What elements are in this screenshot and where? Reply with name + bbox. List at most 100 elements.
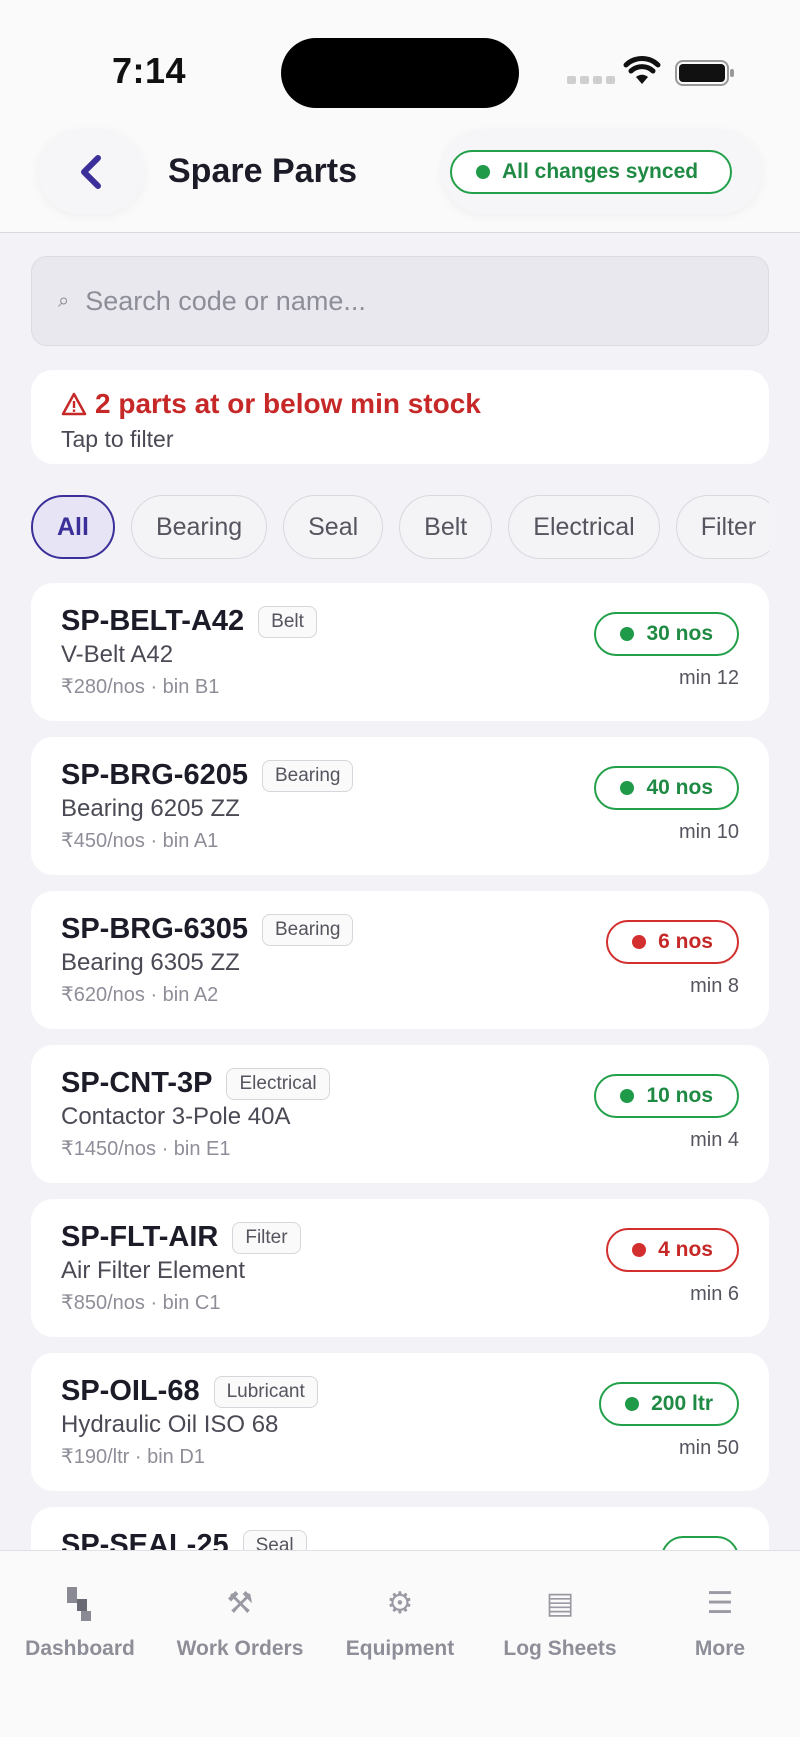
category-tag: Electrical <box>226 1067 330 1100</box>
part-price-bin: ₹850/nos · bin C1 <box>61 1292 221 1314</box>
chevron-left-icon <box>81 155 101 189</box>
stock-badge: 30 nos <box>594 612 739 656</box>
low-stock-alert[interactable]: 2 parts at or below min stock Tap to fil… <box>31 370 769 464</box>
part-card[interactable]: SP-OIL-68 Lubricant Hydraulic Oil ISO 68 ₹1… <box>31 1353 769 1491</box>
alert-title: 2 parts at or below min stock <box>95 388 481 419</box>
part-card[interactable]: SP-BELT-A42 Belt V-Belt A42 ₹280/nos · bin … <box>31 583 769 721</box>
category-tag: Bearing <box>261 759 354 792</box>
category-tag: Filter <box>232 1221 301 1254</box>
filter-chip-bearing[interactable]: Bearing <box>130 495 268 559</box>
part-card[interactable]: SP-BRG-6205 Bearing Bearing 6205 ZZ ₹450/no… <box>31 737 769 875</box>
stock-quantity: 30 nos <box>646 622 713 645</box>
category-filter-bar: All Bearing Seal Belt Electrical Filter <box>31 495 769 561</box>
filter-chip-filter[interactable]: Filter <box>675 495 769 559</box>
stock-badge: 10 nos <box>594 1074 739 1118</box>
tab-label: Log Sheets <box>503 1637 617 1660</box>
part-price-bin: ₹450/nos · bin A1 <box>61 830 219 852</box>
stock-quantity: 40 nos <box>646 776 713 799</box>
tab-label: More <box>694 1637 746 1660</box>
warning-icon <box>61 392 87 416</box>
filter-chip-electrical[interactable]: Electrical <box>508 495 660 559</box>
clock: 7:14 <box>112 50 187 91</box>
part-code: SP-BRG-6305 <box>61 913 248 945</box>
part-code: SP-CNT-3P <box>61 1067 213 1099</box>
part-name: V-Belt A42 <box>61 641 174 668</box>
tab-label: Work Orders <box>176 1637 304 1660</box>
dynamic-island <box>281 38 519 108</box>
app-header: Spare Parts All changes synced <box>0 120 800 233</box>
sync-status-text: All changes synced <box>502 160 699 183</box>
part-card[interactable]: SP-SEAL-25 Seal <box>31 1507 769 1550</box>
part-code: SP-BELT-A42 <box>61 605 245 637</box>
stock-badge: 6 nos <box>606 920 739 964</box>
search-icon: ⌕ <box>58 289 70 312</box>
stock-status-dot-icon <box>620 627 635 641</box>
min-stock: min 4 <box>690 1129 739 1151</box>
stock-badge <box>661 1536 739 1550</box>
tab-label: Dashboard <box>25 1637 135 1660</box>
part-card[interactable]: SP-FLT-AIR Filter Air Filter Element ₹850/n… <box>31 1199 769 1337</box>
category-tag: Seal <box>242 1529 307 1550</box>
gear-icon: ⚙ <box>386 1586 414 1620</box>
tab-work-orders[interactable]: ⚒ Work Orders <box>160 1581 320 1661</box>
battery-icon <box>675 60 734 86</box>
part-price-bin: ₹280/nos · bin B1 <box>61 676 220 698</box>
sync-dot-icon <box>476 165 490 179</box>
stock-quantity: 10 nos <box>646 1084 713 1107</box>
menu-icon: ☰ <box>706 1586 734 1620</box>
part-name: Contactor 3-Pole 40A <box>61 1103 291 1130</box>
min-stock: min 8 <box>690 975 739 997</box>
stock-status-dot-icon <box>625 1397 640 1411</box>
min-stock: min 50 <box>678 1437 739 1459</box>
stock-quantity: 200 ltr <box>651 1392 713 1415</box>
part-code: SP-OIL-68 <box>61 1375 200 1407</box>
tab-log-sheets[interactable]: ▤ Log Sheets <box>480 1581 640 1661</box>
part-card[interactable]: SP-BRG-6305 Bearing Bearing 6305 ZZ ₹620/no… <box>31 891 769 1029</box>
category-tag: Belt <box>258 605 317 638</box>
bottom-tab-bar: Dashboard ⚒ Work Orders ⚙ Equipment ▤ Lo… <box>0 1550 800 1737</box>
tab-equipment[interactable]: ⚙ Equipment <box>320 1581 480 1661</box>
log-sheet-icon: ▤ <box>545 1586 575 1620</box>
stock-badge: 40 nos <box>594 766 739 810</box>
search-bar[interactable]: ⌕ <box>31 256 769 346</box>
part-price-bin: ₹620/nos · bin A2 <box>61 984 219 1006</box>
page-title: Spare Parts <box>168 152 357 190</box>
part-card[interactable]: SP-CNT-3P Electrical Contactor 3-Pole 40A ₹… <box>31 1045 769 1183</box>
part-name: Air Filter Element <box>61 1257 246 1284</box>
stock-status-dot-icon <box>620 781 635 795</box>
category-tag: Bearing <box>261 913 354 946</box>
alert-subtitle: Tap to filter <box>61 426 174 452</box>
stock-badge: 4 nos <box>606 1228 739 1272</box>
back-button[interactable] <box>38 130 144 214</box>
sync-status-container: All changes synced <box>442 130 762 214</box>
filter-chip-all[interactable]: All <box>31 495 115 559</box>
stock-quantity: 4 nos <box>658 1238 713 1261</box>
stock-badge: 200 ltr <box>599 1382 739 1426</box>
filter-chip-seal[interactable]: Seal <box>283 495 384 559</box>
filter-chip-belt[interactable]: Belt <box>399 495 493 559</box>
part-name: Hydraulic Oil ISO 68 <box>61 1411 279 1438</box>
min-stock: min 12 <box>678 667 739 689</box>
stock-status-dot-icon <box>632 1243 647 1257</box>
stock-status-dot-icon <box>620 1089 635 1103</box>
status-bar: 7:14 <box>0 0 800 120</box>
part-name: Bearing 6205 ZZ <box>61 795 240 822</box>
search-input[interactable] <box>85 285 726 317</box>
tab-more[interactable]: ☰ More <box>640 1581 800 1661</box>
tab-dashboard[interactable]: Dashboard <box>0 1581 160 1661</box>
cellular-signal-icon <box>567 76 615 84</box>
min-stock: min 10 <box>678 821 739 843</box>
tools-icon: ⚒ <box>226 1586 254 1620</box>
part-code: SP-BRG-6205 <box>61 759 248 791</box>
stock-status-dot-icon <box>632 935 647 949</box>
part-price-bin: ₹190/ltr · bin D1 <box>61 1446 205 1468</box>
category-tag: Lubricant <box>213 1375 318 1408</box>
part-price-bin: ₹1450/nos · bin E1 <box>61 1138 231 1160</box>
stock-quantity: 6 nos <box>658 930 713 953</box>
part-code: SP-SEAL-25 <box>61 1529 229 1550</box>
tab-label: Equipment <box>345 1637 455 1660</box>
min-stock: min 6 <box>690 1283 739 1305</box>
parts-list: SP-BELT-A42 Belt V-Belt A42 ₹280/nos · bin … <box>31 583 769 1550</box>
part-name: Bearing 6305 ZZ <box>61 949 240 976</box>
sync-status-badge[interactable]: All changes synced <box>450 150 732 194</box>
